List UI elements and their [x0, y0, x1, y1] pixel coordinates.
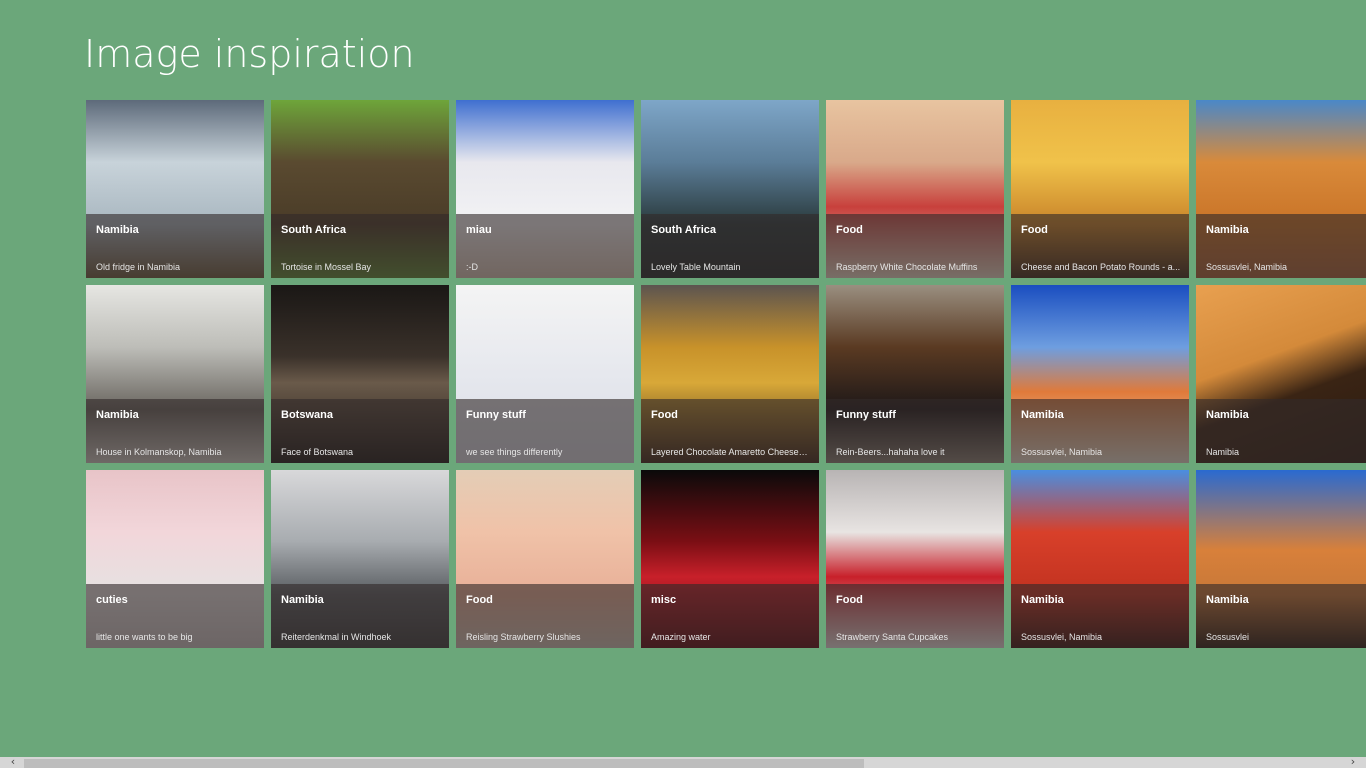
image-tile[interactable]: misc Amazing water: [641, 470, 819, 648]
tile-caption-overlay: misc Amazing water: [641, 584, 819, 648]
tile-caption: Cheese and Bacon Potato Rounds - a...: [1021, 262, 1181, 272]
tile-caption-overlay: Food Strawberry Santa Cupcakes: [826, 584, 1004, 648]
image-tile[interactable]: South Africa Tortoise in Mossel Bay: [271, 100, 449, 278]
tile-title: cuties: [96, 594, 128, 606]
tile-caption: Old fridge in Namibia: [96, 262, 181, 272]
image-tile[interactable]: Namibia Sossusvlei, Namibia: [1011, 285, 1189, 463]
tile-title: Food: [836, 594, 863, 606]
tile-caption-overlay: South Africa Tortoise in Mossel Bay: [271, 214, 449, 278]
image-grid: Namibia Old fridge in Namibia South Africa…: [86, 100, 1366, 648]
tile-caption: Raspberry White Chocolate Muffins: [836, 262, 978, 272]
image-tile[interactable]: Namibia Old fridge in Namibia: [86, 100, 264, 278]
tile-caption-overlay: Funny stuff we see things differently: [456, 399, 634, 463]
tile-caption-overlay: Namibia Reiterdenkmal in Windhoek: [271, 584, 449, 648]
tile-caption-overlay: Funny stuff Rein-Beers...hahaha love it: [826, 399, 1004, 463]
tile-caption-overlay: Botswana Face of Botswana: [271, 399, 449, 463]
image-tile[interactable]: cuties little one wants to be big: [86, 470, 264, 648]
image-tile[interactable]: Funny stuff we see things differently: [456, 285, 634, 463]
image-tile[interactable]: Namibia Sossusvlei, Namibia: [1196, 100, 1366, 278]
tile-caption: Sossusvlei, Namibia: [1021, 632, 1103, 642]
tile-caption: Sossusvlei, Namibia: [1021, 447, 1103, 457]
scroll-thumb[interactable]: [24, 759, 864, 768]
tile-caption: we see things differently: [466, 447, 563, 457]
image-tile[interactable]: Food Cheese and Bacon Potato Rounds - a..…: [1011, 100, 1189, 278]
image-tile[interactable]: Food Layered Chocolate Amaretto Cheesecak…: [641, 285, 819, 463]
page-title: Image inspiration: [84, 32, 415, 76]
tile-caption: Layered Chocolate Amaretto Cheesecake: [651, 447, 811, 457]
tile-title: Food: [836, 224, 863, 236]
tile-caption-overlay: Food Layered Chocolate Amaretto Cheesecak…: [641, 399, 819, 463]
tile-caption-overlay: Namibia Sossusvlei, Namibia: [1011, 399, 1189, 463]
tile-title: Namibia: [281, 594, 324, 606]
tile-title: South Africa: [651, 224, 716, 236]
image-tile[interactable]: Food Strawberry Santa Cupcakes: [826, 470, 1004, 648]
tile-title: Namibia: [96, 224, 139, 236]
tile-caption: Namibia: [1206, 447, 1240, 457]
tile-caption: Reisling Strawberry Slushies: [466, 632, 581, 642]
tile-title: South Africa: [281, 224, 346, 236]
image-tile[interactable]: Botswana Face of Botswana: [271, 285, 449, 463]
tile-caption: Sossusvlei: [1206, 632, 1250, 642]
tile-title: Namibia: [1206, 409, 1249, 421]
tile-caption-overlay: Namibia Sossusvlei, Namibia: [1011, 584, 1189, 648]
image-tile[interactable]: South Africa Lovely Table Mountain: [641, 100, 819, 278]
horizontal-scrollbar[interactable]: ‹ ›: [0, 755, 1366, 768]
image-tile[interactable]: Namibia Sossusvlei: [1196, 470, 1366, 648]
tile-caption: Tortoise in Mossel Bay: [281, 262, 372, 272]
tile-title: Namibia: [96, 409, 139, 421]
scroll-right-icon[interactable]: ›: [1346, 755, 1360, 768]
image-tile[interactable]: Namibia Namibia: [1196, 285, 1366, 463]
tile-title: Namibia: [1206, 594, 1249, 606]
image-tile[interactable]: Namibia House in Kolmanskop, Namibia: [86, 285, 264, 463]
tile-caption-overlay: cuties little one wants to be big: [86, 584, 264, 648]
tile-caption-overlay: miau :-D: [456, 214, 634, 278]
tile-caption: Rein-Beers...hahaha love it: [836, 447, 945, 457]
tile-title: Food: [1021, 224, 1048, 236]
image-tile[interactable]: Food Reisling Strawberry Slushies: [456, 470, 634, 648]
tile-title: Namibia: [1021, 594, 1064, 606]
tile-title: Namibia: [1206, 224, 1249, 236]
tile-caption: Reiterdenkmal in Windhoek: [281, 632, 392, 642]
tile-title: misc: [651, 594, 677, 606]
tile-caption-overlay: Namibia Namibia: [1196, 399, 1366, 463]
image-tile[interactable]: Food Raspberry White Chocolate Muffins: [826, 100, 1004, 278]
scroll-left-icon[interactable]: ‹: [6, 755, 20, 768]
tile-title: Funny stuff: [836, 409, 896, 421]
tile-caption-overlay: South Africa Lovely Table Mountain: [641, 214, 819, 278]
tile-title: Botswana: [281, 409, 333, 421]
tile-caption-overlay: Namibia House in Kolmanskop, Namibia: [86, 399, 264, 463]
tile-caption: House in Kolmanskop, Namibia: [96, 447, 222, 457]
tile-title: Food: [466, 594, 493, 606]
tile-caption-overlay: Namibia Sossusvlei, Namibia: [1196, 214, 1366, 278]
image-tile[interactable]: Namibia Sossusvlei, Namibia: [1011, 470, 1189, 648]
tile-caption-overlay: Food Reisling Strawberry Slushies: [456, 584, 634, 648]
tile-caption: Lovely Table Mountain: [651, 262, 741, 272]
tile-caption: Amazing water: [651, 632, 711, 642]
tile-caption-overlay: Food Cheese and Bacon Potato Rounds - a..…: [1011, 214, 1189, 278]
tile-title: Funny stuff: [466, 409, 526, 421]
image-tile[interactable]: Funny stuff Rein-Beers...hahaha love it: [826, 285, 1004, 463]
tile-title: Food: [651, 409, 678, 421]
tile-caption: :-D: [466, 262, 478, 272]
tile-caption: little one wants to be big: [96, 632, 193, 642]
tile-caption: Face of Botswana: [281, 447, 354, 457]
tile-caption-overlay: Namibia Old fridge in Namibia: [86, 214, 264, 278]
image-tile[interactable]: Namibia Reiterdenkmal in Windhoek: [271, 470, 449, 648]
tile-caption: Strawberry Santa Cupcakes: [836, 632, 949, 642]
tile-title: Namibia: [1021, 409, 1064, 421]
tile-title: miau: [466, 224, 492, 236]
tile-caption-overlay: Food Raspberry White Chocolate Muffins: [826, 214, 1004, 278]
image-tile[interactable]: miau :-D: [456, 100, 634, 278]
tile-caption-overlay: Namibia Sossusvlei: [1196, 584, 1366, 648]
tile-caption: Sossusvlei, Namibia: [1206, 262, 1288, 272]
